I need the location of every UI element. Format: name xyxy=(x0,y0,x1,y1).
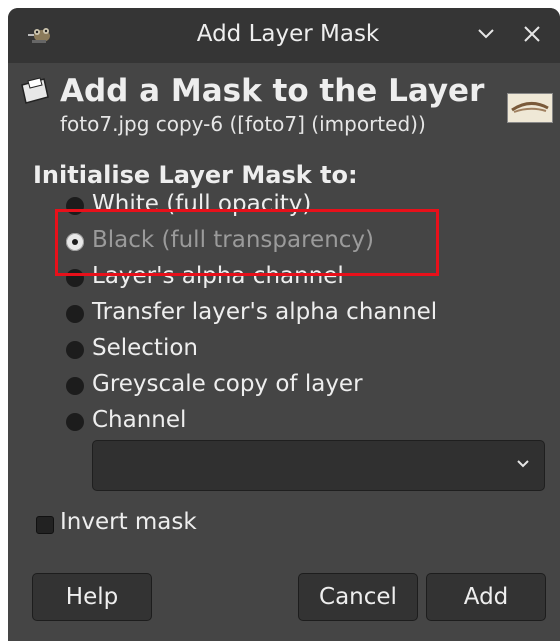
radio-selection[interactable] xyxy=(66,341,84,359)
title-bar[interactable]: Add Layer Mask xyxy=(8,8,560,63)
invert-mask-checkbox[interactable] xyxy=(36,516,54,534)
layer-name: foto7.jpg copy-6 ([foto7] (imported)) xyxy=(60,112,426,136)
add-layer-mask-dialog: Add Layer Mask Add a Mask to the Layer f… xyxy=(8,8,560,641)
option-label: Transfer layer's alpha channel xyxy=(92,299,438,325)
layer-thumbnail xyxy=(507,93,553,123)
add-button[interactable]: Add xyxy=(426,573,546,621)
radio-greyscale[interactable] xyxy=(66,377,84,395)
dialog-header: Add a Mask to the Layer foto7.jpg copy-6… xyxy=(8,63,560,141)
cancel-button[interactable]: Cancel xyxy=(298,573,418,621)
close-icon[interactable] xyxy=(516,18,548,50)
option-label: Selection xyxy=(92,335,198,361)
option-label: Black (full transparency) xyxy=(92,227,375,253)
initialise-mask-label: Initialise Layer Mask to: xyxy=(33,161,358,189)
option-label: White (full opacity) xyxy=(92,191,312,217)
option-label: Channel xyxy=(92,407,187,433)
radio-layer-alpha[interactable] xyxy=(66,269,84,287)
chevron-down-icon xyxy=(517,460,529,468)
option-label: Layer's alpha channel xyxy=(92,263,344,289)
invert-mask-label[interactable]: Invert mask xyxy=(60,509,197,535)
help-button[interactable]: Help xyxy=(32,573,152,621)
radio-channel[interactable] xyxy=(66,413,84,431)
chevron-down-icon[interactable] xyxy=(470,18,502,50)
option-label: Greyscale copy of layer xyxy=(92,371,363,397)
dialog-heading: Add a Mask to the Layer xyxy=(60,73,485,109)
layer-mask-icon xyxy=(21,77,49,104)
channel-dropdown[interactable] xyxy=(92,440,545,491)
radio-black[interactable] xyxy=(66,233,84,251)
radio-transfer-alpha[interactable] xyxy=(66,305,84,323)
radio-white[interactable] xyxy=(66,197,84,215)
